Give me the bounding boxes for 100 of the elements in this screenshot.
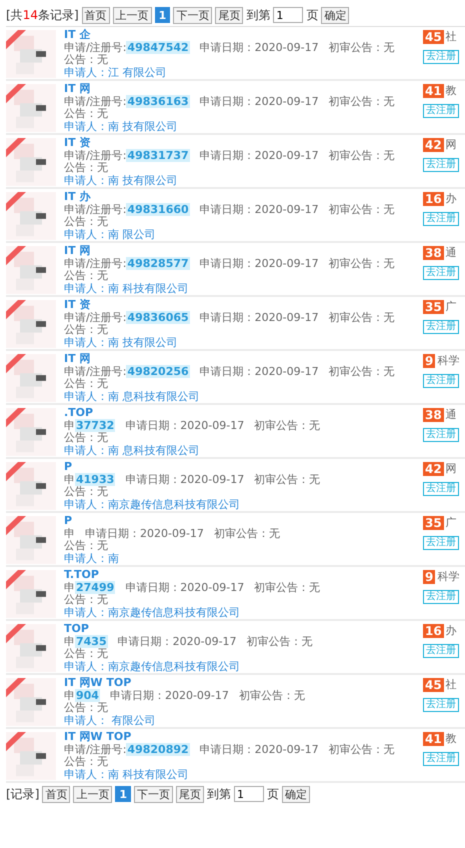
notice-text: 初审公告：无: [328, 94, 395, 108]
page-unit-label: 页: [306, 6, 318, 24]
trademark-name[interactable]: IT 资: [64, 137, 423, 150]
register-button[interactable]: 去注册: [423, 752, 459, 766]
trademark-name[interactable]: P: [64, 461, 423, 474]
applicant-link[interactable]: 申请人：南 息科技有限公司: [64, 390, 423, 403]
applicant-link[interactable]: 申请人：南 息科技有限公司: [64, 444, 423, 457]
register-button[interactable]: 去注册: [423, 698, 459, 712]
applicant-link[interactable]: 申请人：南 限公司: [64, 228, 423, 241]
announce-text: 公告：无: [64, 54, 109, 66]
applicant-link[interactable]: 申请人：南 技有限公司: [64, 120, 423, 133]
class-badge: 41: [423, 732, 444, 746]
confirm-button[interactable]: 确定: [321, 6, 350, 24]
pager-button[interactable]: 首页: [82, 6, 110, 24]
class-name: 网: [446, 137, 457, 152]
trademark-name[interactable]: TOP: [64, 623, 423, 636]
register-button[interactable]: 去注册: [423, 536, 459, 550]
class-name: 办: [446, 623, 457, 638]
announce-text: 公告：无: [64, 270, 109, 282]
class-badge: 38: [423, 408, 444, 422]
notice-text: 初审公告：无: [328, 148, 395, 162]
trademark-name[interactable]: T.TOP: [64, 569, 423, 582]
reg-number: 49831737: [126, 148, 190, 162]
apply-date: 申请日期：2020-09-17: [200, 256, 319, 270]
applicant-link[interactable]: 申请人：南京趣传信息科技有限公司: [64, 660, 423, 673]
trademark-name[interactable]: IT 企: [64, 29, 423, 42]
trademark-name[interactable]: .TOP: [64, 407, 423, 420]
apply-date: 申请日期：2020-09-17: [200, 40, 319, 54]
notice-text: 初审公告：无: [254, 472, 320, 486]
trademark-name[interactable]: IT 网: [64, 245, 423, 258]
reg-number: 37732: [75, 418, 116, 432]
trademark-name[interactable]: IT 网: [64, 83, 423, 96]
pager-button[interactable]: 首页: [42, 786, 70, 802]
applicant-link[interactable]: 申请人：江 有限公司: [64, 66, 423, 79]
register-button[interactable]: 去注册: [423, 482, 459, 496]
class-badge: 41: [423, 84, 444, 98]
reg-label: 申请/注册号:: [64, 94, 126, 108]
register-button[interactable]: 去注册: [423, 428, 459, 442]
applicant-link[interactable]: 申请人：南 科技有限公司: [64, 282, 423, 295]
pager-button[interactable]: 尾页: [215, 6, 244, 24]
class-name: 广: [446, 515, 457, 530]
reg-number: 904: [75, 688, 100, 702]
announce-text: 公告：无: [64, 432, 109, 444]
register-button[interactable]: 去注册: [423, 212, 459, 226]
notice-text: 初审公告：无: [328, 40, 395, 54]
reg-number: 49831660: [126, 202, 190, 216]
page-number-button[interactable]: 1: [115, 786, 132, 802]
class-badge: 38: [423, 246, 444, 260]
pager-button[interactable]: 上一页: [112, 6, 152, 24]
register-button[interactable]: 去注册: [423, 644, 459, 658]
confirm-button[interactable]: 确定: [282, 786, 310, 802]
register-button[interactable]: 去注册: [423, 266, 459, 280]
page-input[interactable]: 1: [234, 786, 264, 802]
register-button[interactable]: 去注册: [423, 50, 459, 64]
trademark-name[interactable]: IT 网W TOP: [64, 677, 423, 690]
applicant-link[interactable]: 申请人：南 技有限公司: [64, 336, 423, 349]
announce-text: 公告：无: [64, 648, 109, 660]
applicant-link[interactable]: 申请人：南 技有限公司: [64, 174, 423, 187]
trademark-name[interactable]: IT 网: [64, 353, 423, 366]
announce-text: 公告：无: [64, 216, 109, 228]
class-name: 社: [446, 677, 457, 692]
page-number-button[interactable]: 1: [154, 7, 170, 23]
reg-label: 申: [64, 688, 75, 702]
announce-text: 公告：无: [64, 324, 109, 336]
trademark-name[interactable]: IT 网W TOP: [64, 731, 423, 744]
class-name: 网: [446, 461, 457, 476]
applicant-link[interactable]: 申请人：南: [64, 552, 423, 565]
register-button[interactable]: 去注册: [423, 590, 459, 604]
pager-button[interactable]: 下一页: [134, 786, 174, 802]
apply-date: 申请日期：2020-09-17: [200, 742, 319, 756]
apply-date: 申请日期：2020-09-17: [200, 94, 319, 108]
pager-button[interactable]: 上一页: [73, 786, 112, 802]
reg-label: 申: [64, 634, 75, 648]
pager-button[interactable]: 下一页: [173, 6, 212, 24]
page-input[interactable]: 1: [273, 7, 304, 23]
register-button[interactable]: 去注册: [423, 320, 459, 334]
class-name: 科学: [437, 569, 460, 584]
apply-date: 申请日期：2020-09-17: [200, 148, 319, 162]
class-badge: 35: [423, 300, 444, 314]
applicant-link[interactable]: 申请人：南京趣传信息科技有限公司: [64, 498, 423, 511]
trademark-name[interactable]: P: [64, 515, 423, 528]
class-name: 办: [446, 191, 457, 206]
reg-label: 申请/注册号:: [64, 256, 126, 270]
register-button[interactable]: 去注册: [423, 374, 459, 388]
class-name: 通: [446, 245, 457, 260]
applicant-link[interactable]: 申请人： 有限公司: [64, 714, 423, 727]
page-unit-label: 页: [267, 786, 280, 802]
applicant-link[interactable]: 申请人：南京趣传信息科技有限公司: [64, 606, 423, 619]
apply-date: 申请日期：2020-09-17: [200, 364, 319, 378]
trademark-name[interactable]: IT 资: [64, 299, 423, 312]
reg-label: 申请/注册号:: [64, 310, 126, 324]
register-button[interactable]: 去注册: [423, 104, 459, 118]
pager-button[interactable]: 尾页: [176, 786, 204, 802]
reg-label: 申: [64, 472, 75, 486]
record-count: [共14条记录]: [6, 6, 79, 24]
trademark-name[interactable]: IT 办: [64, 191, 423, 204]
announce-text: 公告：无: [64, 540, 109, 552]
register-button[interactable]: 去注册: [423, 158, 459, 172]
reg-label: 申请/注册号:: [64, 148, 126, 162]
applicant-link[interactable]: 申请人：南 科技有限公司: [64, 768, 423, 781]
